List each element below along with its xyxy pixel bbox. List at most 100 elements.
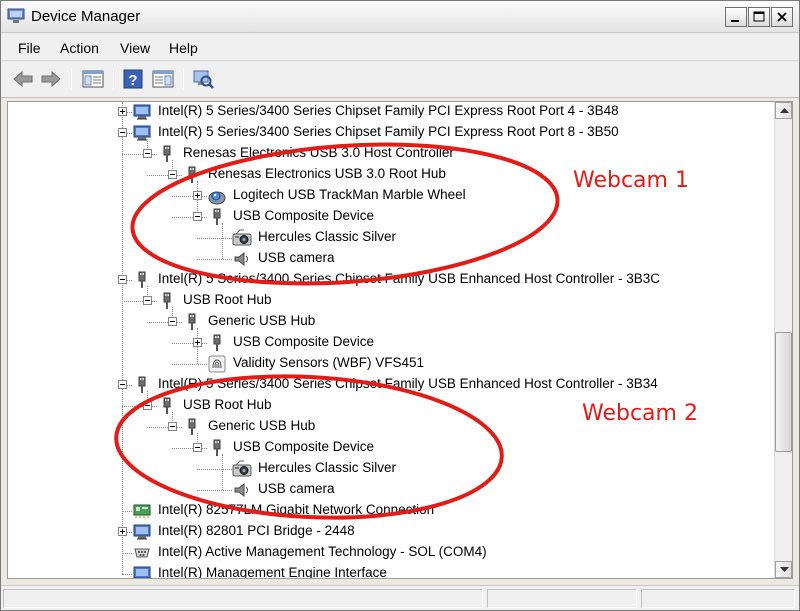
minimize-button[interactable] bbox=[725, 7, 747, 27]
plus-icon bbox=[195, 193, 200, 198]
collapse-node-button[interactable] bbox=[193, 212, 202, 221]
fingerprint-icon bbox=[208, 355, 226, 373]
toolbar: ? bbox=[1, 62, 799, 98]
network-adapter-icon bbox=[133, 504, 151, 518]
usb-plug-icon bbox=[163, 145, 171, 162]
scroll-up-button[interactable] bbox=[775, 102, 792, 119]
scroll-down-arrow-icon bbox=[780, 567, 789, 572]
serial-port-icon bbox=[134, 548, 150, 558]
menu-bar: File Action View Help bbox=[1, 34, 799, 61]
network-port-icon bbox=[133, 524, 151, 540]
expand-node-button[interactable] bbox=[193, 338, 202, 347]
network-port-icon bbox=[133, 104, 151, 120]
scan-hardware-icon[interactable] bbox=[191, 68, 215, 90]
toolbar-separator bbox=[71, 68, 72, 90]
tree-item-label: Intel(R) Active Management Technology - … bbox=[158, 544, 487, 559]
tree-guide-line bbox=[197, 238, 232, 239]
tree-item-label: USB Composite Device bbox=[233, 334, 375, 349]
svg-text:?: ? bbox=[128, 72, 137, 89]
tree-item-label: Generic USB Hub bbox=[208, 418, 316, 433]
toolbar-separator bbox=[183, 68, 184, 90]
tree-item-label: Renesas Electronics USB 3.0 Root Hub bbox=[208, 166, 446, 181]
forward-arrow-icon[interactable] bbox=[39, 68, 63, 90]
tree-guide-line bbox=[222, 454, 223, 490]
minus-icon bbox=[145, 153, 150, 154]
plus-icon bbox=[120, 529, 125, 534]
expand-node-button[interactable] bbox=[193, 191, 202, 200]
collapse-node-button[interactable] bbox=[168, 422, 177, 431]
usb-plug-icon bbox=[138, 271, 146, 288]
webcam-icon bbox=[232, 460, 252, 477]
close-button[interactable] bbox=[771, 7, 793, 27]
back-arrow-icon[interactable] bbox=[11, 68, 35, 90]
minus-icon bbox=[145, 300, 150, 301]
minus-icon bbox=[120, 132, 125, 133]
collapse-node-button[interactable] bbox=[143, 401, 152, 410]
collapse-node-button[interactable] bbox=[143, 149, 152, 158]
tree-item-label: Logitech USB TrackMan Marble Wheel bbox=[233, 187, 466, 202]
tree-item-label: Intel(R) 5 Series/3400 Series Chipset Fa… bbox=[158, 124, 619, 139]
scroll-down-button[interactable] bbox=[775, 561, 792, 578]
menu-help[interactable]: Help bbox=[169, 40, 198, 56]
vertical-scrollbar[interactable] bbox=[774, 102, 792, 578]
collapse-node-button[interactable] bbox=[168, 317, 177, 326]
close-icon bbox=[777, 12, 787, 22]
tree-guide-line bbox=[197, 469, 232, 470]
collapse-node-button[interactable] bbox=[118, 380, 127, 389]
webcam-icon bbox=[232, 229, 252, 246]
tree-item-label: USB Root Hub bbox=[183, 292, 272, 307]
expand-node-button[interactable] bbox=[118, 527, 127, 536]
collapse-node-button[interactable] bbox=[168, 170, 177, 179]
tree-item-label: USB camera bbox=[258, 481, 335, 496]
menu-file[interactable]: File bbox=[18, 40, 41, 56]
network-port-icon bbox=[133, 566, 151, 578]
tree-guide-line bbox=[122, 574, 132, 575]
expand-node-button[interactable] bbox=[118, 107, 127, 116]
webcam2-annotation: Webcam 2 bbox=[582, 401, 698, 426]
menu-action[interactable]: Action bbox=[60, 40, 99, 56]
usb-plug-icon bbox=[213, 439, 221, 456]
minimize-icon bbox=[731, 20, 739, 22]
tree-item-label: USB Composite Device bbox=[233, 439, 375, 454]
tree-item-label: Intel(R) Management Engine Interface bbox=[158, 565, 387, 579]
menu-view[interactable]: View bbox=[120, 40, 150, 56]
device-manager-app-icon bbox=[7, 8, 25, 23]
usb-plug-icon bbox=[163, 397, 171, 414]
tree-item-label: USB camera bbox=[258, 250, 335, 265]
action-pane-icon[interactable] bbox=[151, 68, 175, 90]
minus-icon bbox=[120, 279, 125, 280]
tree-guide-line bbox=[122, 553, 132, 554]
usb-plug-icon bbox=[188, 313, 196, 330]
maximize-icon bbox=[753, 11, 765, 22]
tree-guide-line bbox=[197, 490, 232, 491]
plus-icon bbox=[195, 340, 200, 345]
tree-item-label: Intel(R) 5 Series/3400 Series Chipset Fa… bbox=[158, 376, 658, 391]
tree-guide-line bbox=[222, 223, 223, 259]
usb-plug-icon bbox=[163, 292, 171, 309]
tree-guide-line bbox=[122, 102, 123, 574]
window-title: Device Manager bbox=[31, 8, 141, 25]
usb-plug-icon bbox=[213, 334, 221, 351]
collapse-node-button[interactable] bbox=[118, 275, 127, 284]
status-pane-main bbox=[3, 589, 483, 608]
tree-item-label: Renesas Electronics USB 3.0 Host Control… bbox=[183, 145, 454, 160]
console-tree-icon[interactable] bbox=[81, 68, 105, 90]
collapse-node-button[interactable] bbox=[143, 296, 152, 305]
maximize-button[interactable] bbox=[748, 7, 770, 27]
help-icon[interactable]: ? bbox=[121, 68, 145, 90]
speaker-icon bbox=[234, 251, 248, 267]
collapse-node-button[interactable] bbox=[193, 443, 202, 452]
usb-plug-icon bbox=[138, 376, 146, 393]
tree-item-label: Intel(R) 5 Series/3400 Series Chipset Fa… bbox=[158, 271, 660, 286]
scrollbar-thumb[interactable] bbox=[775, 332, 792, 452]
minus-icon bbox=[120, 384, 125, 385]
title-bar[interactable]: Device Manager bbox=[1, 1, 799, 33]
minus-icon bbox=[170, 321, 175, 322]
minus-icon bbox=[195, 447, 200, 448]
collapse-node-button[interactable] bbox=[118, 128, 127, 137]
tree-item-label: Hercules Classic Silver bbox=[258, 460, 397, 475]
tree-item-label: Validity Sensors (WBF) VFS451 bbox=[233, 355, 425, 370]
usb-plug-icon bbox=[188, 418, 196, 435]
webcam1-annotation: Webcam 1 bbox=[573, 168, 689, 193]
minus-icon bbox=[145, 405, 150, 406]
